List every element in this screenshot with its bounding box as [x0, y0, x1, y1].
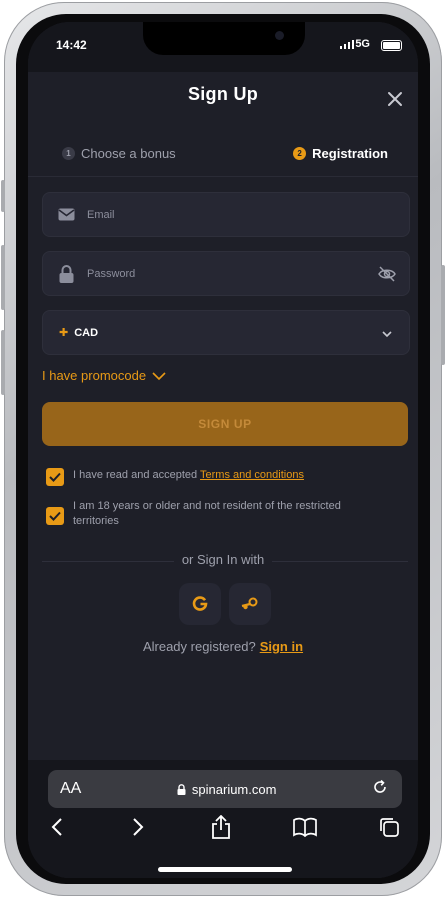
terms-link[interactable]: Terms and conditions [200, 469, 304, 481]
google-sign-in-button[interactable] [179, 583, 221, 625]
browser-toolbar [28, 814, 418, 848]
password-field-container [42, 251, 410, 296]
close-button[interactable] [386, 90, 404, 108]
share-button[interactable] [208, 814, 234, 840]
signal-icon [340, 39, 354, 49]
close-icon [388, 92, 402, 106]
back-button[interactable] [44, 814, 70, 840]
age-confirmation-text: I am 18 years or older and not resident … [73, 500, 341, 527]
share-icon [212, 815, 230, 839]
email-field-container [42, 192, 410, 237]
already-registered: Already registered? Sign in [28, 639, 418, 654]
page-title: Sign Up [187, 84, 259, 104]
password-input[interactable] [85, 266, 377, 281]
terms-checkbox-row: I have read and accepted Terms and condi… [46, 468, 304, 486]
status-time: 14:42 [56, 38, 87, 52]
lock-icon [177, 783, 186, 795]
tabs-button[interactable] [376, 814, 402, 840]
phone-screen: 14:42 5G Sign Up 1 Choose a bonus 2 Regi… [28, 22, 418, 878]
home-indicator [158, 867, 292, 872]
signup-steps: 1 Choose a bonus 2 Registration [28, 146, 418, 177]
sign-up-button[interactable]: SIGN UP [42, 402, 408, 446]
reload-button[interactable] [372, 779, 388, 800]
terms-checkbox[interactable] [46, 468, 64, 486]
lock-icon [57, 264, 75, 283]
network-type: 5G [355, 38, 370, 50]
chevron-left-icon [51, 818, 62, 836]
power-button [441, 265, 445, 365]
step-choose-bonus[interactable]: 1 Choose a bonus [62, 146, 176, 161]
currency-value: CAD [74, 326, 99, 339]
email-input[interactable] [85, 207, 409, 222]
status-bar: 14:42 5G [28, 22, 418, 72]
chevron-right-icon [133, 818, 144, 836]
steam-icon [241, 597, 258, 610]
url-text: spinarium.com [191, 781, 277, 797]
modal-header: Sign Up [28, 84, 418, 105]
or-sign-in-with: or Sign In with [28, 552, 418, 567]
or-sign-in-label: or Sign In with [173, 552, 273, 567]
step-number: 1 [62, 147, 75, 160]
book-icon [293, 817, 317, 837]
age-checkbox-row: I am 18 years or older and not resident … [46, 499, 376, 529]
checkmark-icon [49, 472, 61, 482]
checkmark-icon [49, 511, 61, 521]
forward-button[interactable] [125, 814, 151, 840]
age-checkbox[interactable] [46, 507, 64, 525]
volume-up-button [1, 245, 5, 310]
mail-icon [57, 206, 75, 224]
terms-text: I have read and accepted Terms and condi… [73, 468, 304, 483]
step-number: 2 [293, 147, 307, 160]
notch [143, 22, 305, 55]
promocode-toggle[interactable]: I have promocode [42, 368, 166, 383]
sign-in-link[interactable]: Sign in [260, 639, 303, 654]
eye-off-icon [378, 265, 396, 282]
toggle-password-visibility-button[interactable] [377, 264, 397, 284]
reload-icon [374, 779, 386, 793]
battery-icon [381, 40, 402, 51]
promocode-label: I have promocode [42, 368, 147, 383]
chevron-down-icon [152, 371, 166, 380]
chevron-down-icon [381, 327, 393, 339]
front-camera [275, 31, 284, 40]
address-bar[interactable]: AA spinarium.com [48, 770, 402, 808]
silent-switch [1, 180, 5, 212]
url-display: spinarium.com [81, 782, 372, 797]
currency-select[interactable]: ✚ CAD [42, 310, 410, 355]
volume-down-button [1, 330, 5, 395]
safari-bottom-bar: AA spinarium.com [28, 760, 418, 878]
steam-sign-in-button[interactable] [229, 583, 271, 625]
bookmarks-button[interactable] [292, 814, 318, 840]
terms-prefix: I have read and accepted [73, 469, 201, 481]
currency-icon: ✚ [59, 327, 69, 339]
reader-settings-button[interactable]: AA [60, 780, 81, 798]
tabs-icon [380, 818, 399, 837]
google-icon [192, 596, 208, 611]
already-registered-text: Already registered? [142, 639, 256, 654]
step-registration[interactable]: 2 Registration [293, 146, 388, 161]
step-label: Choose a bonus [81, 146, 176, 161]
step-label: Registration [312, 146, 388, 161]
